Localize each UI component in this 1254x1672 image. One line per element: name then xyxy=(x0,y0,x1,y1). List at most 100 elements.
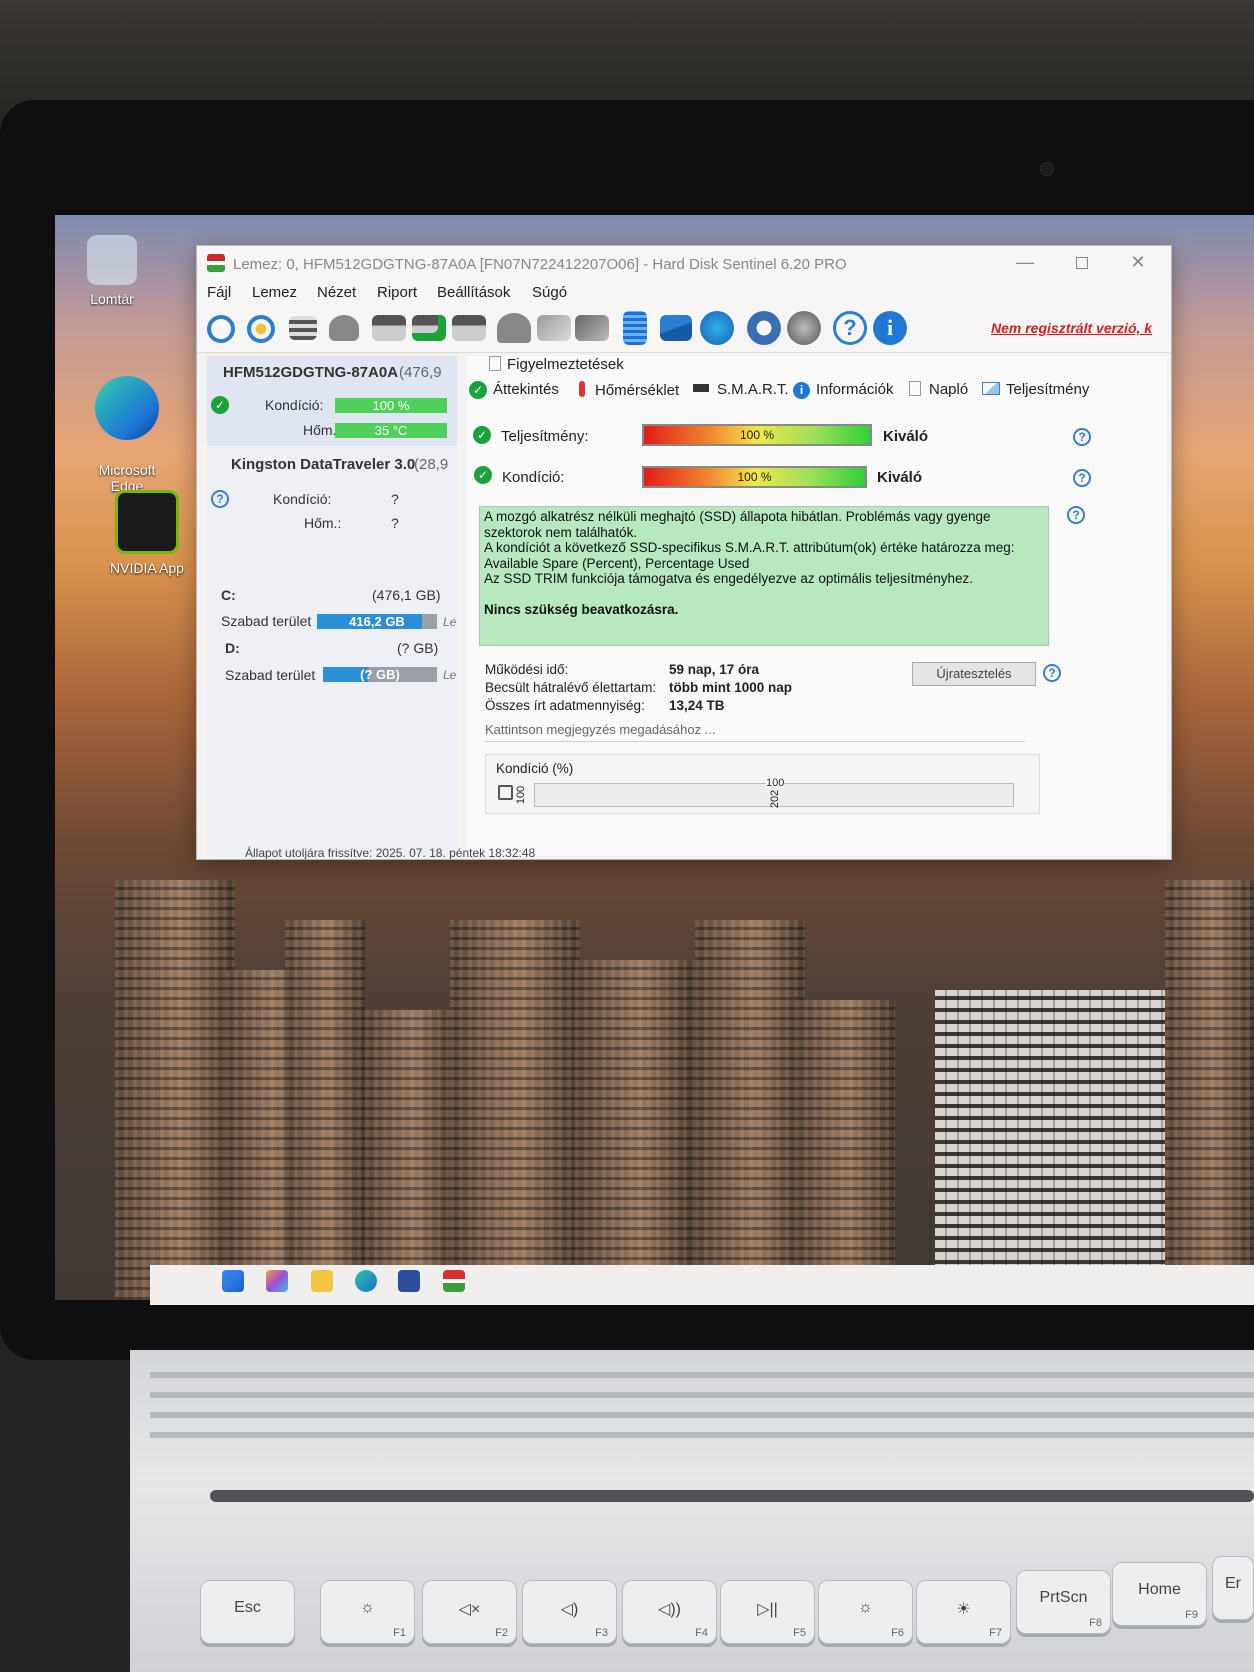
performance-help-icon[interactable]: ? xyxy=(1073,428,1091,446)
retest-help-icon[interactable]: ? xyxy=(1043,664,1061,682)
details-panel: Figyelmeztetések ✓ Áttekintés Hőmérséklet… xyxy=(467,356,1167,856)
store-icon[interactable] xyxy=(398,1270,420,1292)
start-icon[interactable] xyxy=(222,1270,244,1292)
message-help-icon[interactable]: ? xyxy=(1067,506,1085,524)
email-icon[interactable] xyxy=(660,315,692,341)
condition-help-icon[interactable]: ? xyxy=(1073,469,1091,487)
menu-report[interactable]: Riport xyxy=(377,284,417,301)
status-unknown-icon: ? xyxy=(211,490,229,508)
disk-size: (476,9 xyxy=(399,364,442,381)
log-icon xyxy=(909,381,921,396)
chart-title: Kondíció (%) xyxy=(496,761,574,776)
alerts-tab[interactable]: Figyelmeztetések xyxy=(489,356,624,373)
menu-settings[interactable]: Beállítások xyxy=(437,284,510,301)
minimize-button[interactable]: — xyxy=(1010,252,1040,276)
temperature-label: Hőm.: xyxy=(304,515,342,531)
file-explorer-icon[interactable] xyxy=(311,1270,333,1292)
hard-disk-sentinel-taskbar-icon[interactable] xyxy=(443,1270,465,1292)
disk-item-kingston[interactable]: Kingston DataTraveler 3.0 (28,9 ? Kondíc… xyxy=(207,448,457,548)
chart-y-tick: 100 xyxy=(515,785,528,805)
key-f9[interactable]: Home F9 xyxy=(1112,1562,1207,1626)
condition-rating: Kiváló xyxy=(877,469,923,486)
lifetime-label: Becsült hátralévő élettartam: xyxy=(485,680,657,695)
key-f3[interactable]: ◁) F3 xyxy=(522,1580,617,1644)
menu-file[interactable]: Fájl xyxy=(207,284,231,301)
desktop-icon-nvidia[interactable]: NVIDIA App xyxy=(92,490,202,576)
disk-stack-icon[interactable] xyxy=(537,315,571,341)
menu-view[interactable]: Nézet xyxy=(317,284,356,301)
refresh-icon[interactable] xyxy=(207,315,235,343)
condition-bar: 100 % xyxy=(335,398,447,413)
maximize-button[interactable] xyxy=(1067,252,1097,276)
condition-label: Kondíció: xyxy=(273,491,332,507)
status-ok-icon: ✓ xyxy=(211,396,229,414)
unregistered-version-link[interactable]: Nem regisztrált verzió, k xyxy=(991,320,1152,336)
settings-gear-icon[interactable] xyxy=(747,311,781,345)
free-space-bar: 416,2 GB xyxy=(317,614,437,629)
disk-schedule-icon[interactable] xyxy=(372,315,406,341)
disk-list-panel: HFM512GDGTNG-87A0A (476,9 ✓ Kondíció: 10… xyxy=(207,356,457,856)
free-space-bar: (? GB) xyxy=(323,667,437,682)
window-title: Lemez: 0, HFM512GDGTNG-87A0A [FN07N72241… xyxy=(233,256,847,273)
menu-disk[interactable]: Lemez xyxy=(252,284,297,301)
document-icon xyxy=(489,356,501,371)
key-esc[interactable]: Esc xyxy=(200,1580,295,1644)
key-f6[interactable]: ☼ F6 xyxy=(818,1580,913,1644)
disk-search-icon[interactable] xyxy=(452,315,486,341)
tab-log[interactable]: Napló xyxy=(909,381,968,398)
key-f5[interactable]: ▷|| F5 xyxy=(720,1580,815,1644)
edge-icon[interactable] xyxy=(355,1270,377,1292)
network-icon[interactable] xyxy=(700,311,734,345)
key-end[interactable]: Er xyxy=(1212,1556,1254,1620)
desktop-icon-edge[interactable]: Microsoft Edge xyxy=(72,360,182,494)
key-f4[interactable]: ◁)) F4 xyxy=(622,1580,717,1644)
retest-button[interactable]: Újratesztelés xyxy=(912,662,1036,686)
status-message-box: A mozgó alkatrész nélküli meghajtó (SSD)… xyxy=(479,506,1049,646)
volume-c[interactable]: C: (476,1 GB) Szabad terület 416,2 GB Le xyxy=(207,581,457,633)
temperature-value: ? xyxy=(391,515,399,531)
tab-information[interactable]: i Információk xyxy=(793,381,894,399)
note-input[interactable]: Kattintson megjegyzés megadásához ... xyxy=(485,722,1025,742)
lifetime-value: több mint 1000 nap xyxy=(669,680,793,695)
copilot-icon[interactable] xyxy=(266,1270,288,1292)
edge-icon xyxy=(95,376,159,440)
tab-temperature[interactable]: Hőmérséklet xyxy=(579,381,679,399)
disk-check-icon[interactable] xyxy=(412,315,446,341)
volume-letter: C: xyxy=(221,587,236,603)
disk-surface-icon[interactable] xyxy=(329,315,359,341)
close-button[interactable]: ✕ xyxy=(1123,252,1153,276)
uptime-value: 59 nap, 17 óra xyxy=(669,662,760,677)
disk-dome-icon[interactable] xyxy=(497,313,531,343)
info-icon[interactable]: i xyxy=(873,311,907,345)
key-f7[interactable]: ☀ F7 xyxy=(916,1580,1011,1644)
thermometer-icon xyxy=(579,381,585,397)
condition-value: ? xyxy=(391,491,399,507)
photo-background: Lomtár Microsoft Edge NVIDIA App Lemez: … xyxy=(0,0,1254,1672)
disk-export-icon[interactable] xyxy=(575,315,609,341)
condition-label: Kondíció: xyxy=(502,469,565,486)
help-icon[interactable]: ? xyxy=(833,311,867,345)
key-f1[interactable]: ☼ F1 xyxy=(320,1580,415,1644)
save-chart-icon[interactable] xyxy=(498,785,513,800)
tab-smart[interactable]: S.M.A.R.T. xyxy=(693,381,789,398)
volume-d[interactable]: D: (? GB) Szabad terület (? GB) Le xyxy=(207,636,457,688)
performance-rating: Kiváló xyxy=(883,428,929,445)
volume-trail: Le xyxy=(443,615,457,629)
refresh-warning-icon[interactable] xyxy=(247,315,275,343)
key-f2[interactable]: ◁× F2 xyxy=(422,1580,517,1644)
temperature-bar: 35 °C xyxy=(335,423,447,438)
report-icon[interactable] xyxy=(623,311,647,345)
sound-icon[interactable] xyxy=(787,311,821,345)
key-f8[interactable]: PrtScn F8 xyxy=(1016,1570,1111,1634)
performance-label: Teljesítmény: xyxy=(501,428,589,445)
disk-item-hfm[interactable]: HFM512GDGTNG-87A0A (476,9 ✓ Kondíció: 10… xyxy=(207,356,457,446)
tab-performance[interactable]: Teljesítmény xyxy=(982,381,1089,398)
overview-ok-icon: ✓ xyxy=(469,381,487,399)
condition-bar: 100 % xyxy=(642,466,867,488)
webcam xyxy=(1040,162,1054,176)
menu-help[interactable]: Súgó xyxy=(532,284,567,301)
tab-overview[interactable]: ✓ Áttekintés xyxy=(469,381,559,399)
desktop-icon-recycle-bin[interactable]: Lomtár xyxy=(57,235,167,307)
chart-point-label: 100 xyxy=(766,777,785,789)
disk-list-icon[interactable] xyxy=(289,316,317,340)
